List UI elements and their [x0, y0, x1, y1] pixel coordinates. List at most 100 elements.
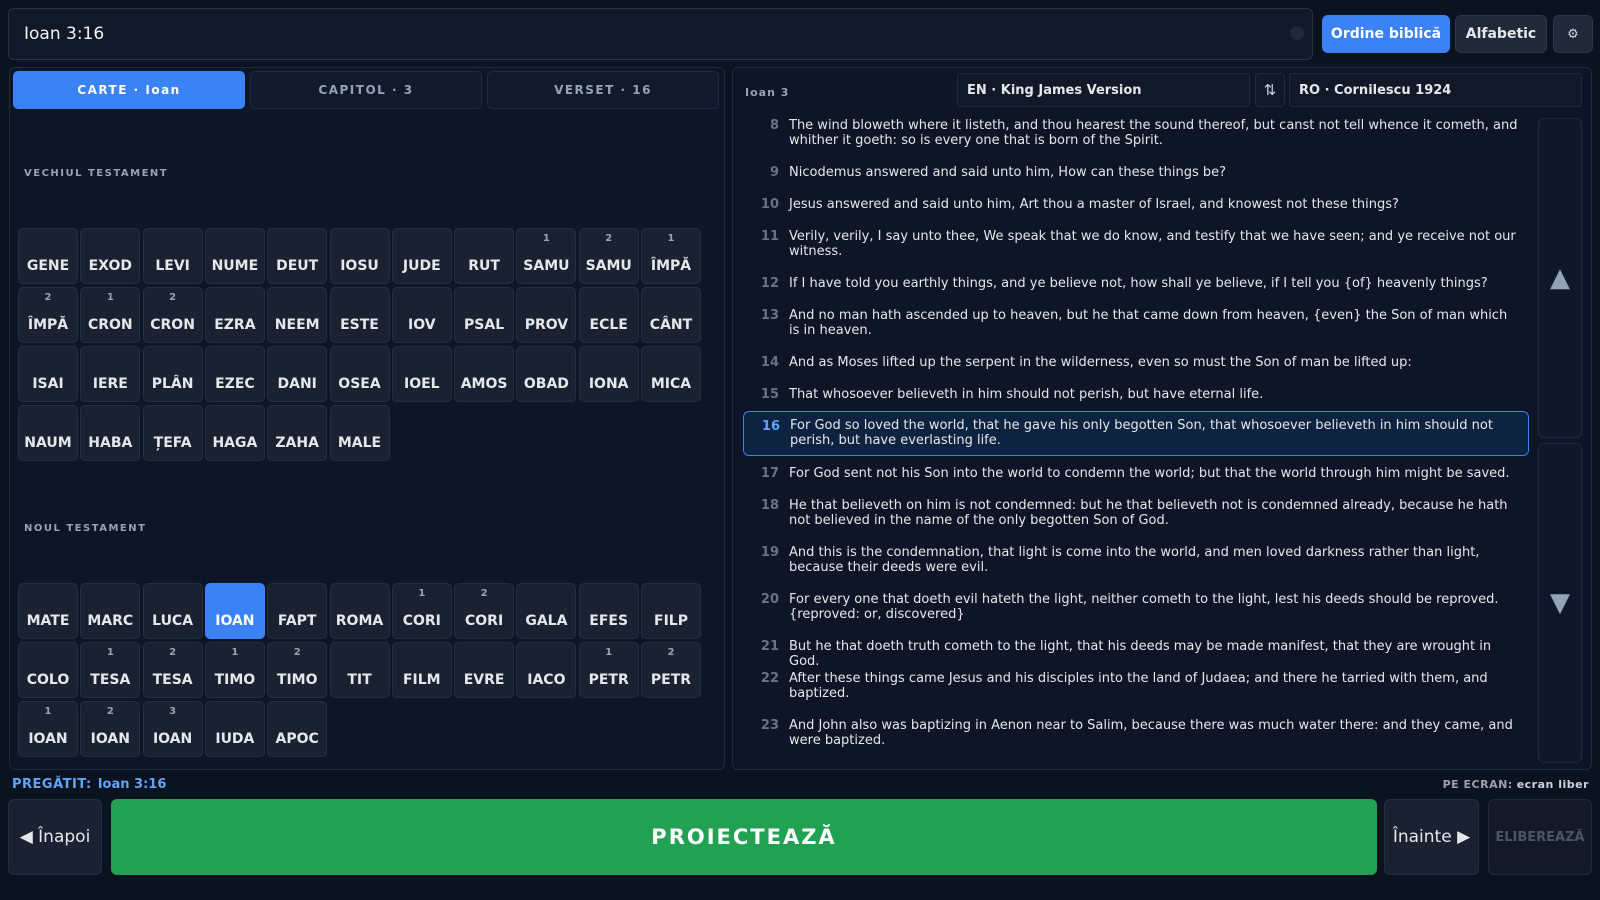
book-button[interactable]: 1 TESA — [80, 642, 141, 698]
verse-row[interactable]: 17 For God sent not his Son into the worl… — [743, 466, 1529, 481]
book-button[interactable]: IOSU — [329, 228, 390, 284]
verse-row[interactable]: 23 And John also was baptizing in Aenon n… — [743, 718, 1529, 748]
book-button[interactable]: 1 PETR — [578, 642, 639, 698]
book-button[interactable]: RUT — [454, 228, 515, 284]
book-button[interactable]: OSEA — [329, 346, 390, 402]
book-button[interactable]: NUME — [204, 228, 265, 284]
book-button[interactable]: HAGA — [204, 405, 265, 461]
settings-button[interactable]: ⚙ — [1553, 15, 1593, 53]
book-button[interactable]: COLO — [18, 642, 78, 698]
book-button[interactable]: MALE — [329, 405, 390, 461]
book-button[interactable]: GENE — [18, 228, 78, 284]
version-select-right[interactable]: RO · Cornilescu 1924 — [1289, 73, 1582, 107]
book-button[interactable]: 2 TESA — [142, 642, 203, 698]
scroll-down-button[interactable]: ▼ — [1538, 443, 1582, 763]
book-button[interactable]: ESTE — [329, 287, 390, 343]
search-input[interactable]: Ioan 3:16 — [8, 8, 1313, 60]
verse-row[interactable]: 21 But he that doeth truth cometh to the … — [743, 639, 1529, 669]
book-button[interactable]: 1 IOAN — [18, 701, 78, 757]
alphabetic-order-button[interactable]: Alfabetic — [1455, 15, 1547, 53]
book-label: FILM — [402, 672, 441, 688]
back-button[interactable]: ◀ Înapoi — [8, 799, 102, 875]
verse-row[interactable]: 10 Jesus answered and said unto him, Art … — [743, 197, 1529, 212]
book-button[interactable]: PLÂN — [142, 346, 203, 402]
book-button[interactable]: AMOS — [454, 346, 515, 402]
verse-row[interactable]: 15 That whosoever believeth in him should… — [743, 387, 1529, 402]
book-button[interactable]: EVRE — [454, 642, 515, 698]
book-button[interactable]: 3 IOAN — [142, 701, 203, 757]
book-button[interactable]: 2 PETR — [641, 642, 701, 698]
book-button[interactable]: 2 ÎMPĂ — [18, 287, 78, 343]
biblical-order-button[interactable]: Ordine biblică — [1322, 15, 1450, 53]
book-button[interactable]: LEVI — [142, 228, 203, 284]
book-button[interactable]: NEEM — [267, 287, 328, 343]
book-button[interactable]: ȚEFA — [142, 405, 203, 461]
tab-verse[interactable]: VERSET · 16 — [487, 71, 719, 109]
release-button[interactable]: ELIBEREAZĂ — [1488, 799, 1592, 875]
book-button[interactable]: IERE — [80, 346, 141, 402]
book-button[interactable]: 2 SAMU — [578, 228, 639, 284]
book-button[interactable]: IOEL — [391, 346, 452, 402]
book-button[interactable]: HABA — [80, 405, 141, 461]
book-button[interactable]: IOAN — [204, 583, 265, 639]
verse-row-selected[interactable]: 16 For God so loved the world, that he ga… — [743, 411, 1529, 456]
book-button[interactable]: OBAD — [516, 346, 577, 402]
book-button[interactable]: 1 CRON — [80, 287, 141, 343]
book-button[interactable]: 2 CRON — [142, 287, 203, 343]
book-button[interactable]: NAUM — [18, 405, 78, 461]
book-button[interactable]: EZRA — [204, 287, 265, 343]
book-button[interactable]: GALA — [516, 583, 577, 639]
book-button[interactable]: APOC — [267, 701, 328, 757]
book-button[interactable]: 2 IOAN — [80, 701, 141, 757]
next-button[interactable]: Înainte ▶ — [1384, 799, 1479, 875]
clear-icon[interactable] — [1290, 26, 1304, 40]
scroll-up-button[interactable]: ▲ — [1538, 118, 1582, 438]
book-button[interactable]: TIT — [329, 642, 390, 698]
tab-chapter[interactable]: CAPITOL · 3 — [250, 71, 482, 109]
book-button[interactable]: ROMA — [329, 583, 390, 639]
book-button[interactable]: EXOD — [80, 228, 141, 284]
book-button[interactable]: LUCA — [142, 583, 203, 639]
book-button[interactable]: 1 SAMU — [516, 228, 577, 284]
verse-row[interactable]: 9 Nicodemus answered and said unto him, H… — [743, 165, 1529, 180]
book-button[interactable]: FILM — [391, 642, 452, 698]
verse-row[interactable]: 20 For every one that doeth evil hateth t… — [743, 592, 1529, 622]
book-button[interactable]: DEUT — [267, 228, 328, 284]
book-button[interactable]: FILP — [641, 583, 701, 639]
book-button[interactable]: PSAL — [454, 287, 515, 343]
verse-row[interactable]: 19 And this is the condemnation, that lig… — [743, 545, 1529, 575]
verse-row[interactable]: 8 The wind bloweth where it listeth, and … — [743, 118, 1529, 148]
book-button[interactable]: IONA — [578, 346, 639, 402]
verse-row[interactable]: 14 And as Moses lifted up the serpent in … — [743, 355, 1529, 370]
book-button[interactable]: FAPT — [267, 583, 328, 639]
book-button[interactable]: MARC — [80, 583, 141, 639]
book-button[interactable]: MICA — [641, 346, 701, 402]
book-button[interactable]: IOV — [391, 287, 452, 343]
book-button[interactable]: DANI — [267, 346, 328, 402]
verse-row[interactable]: 22 After these things came Jesus and his … — [743, 671, 1529, 701]
book-button[interactable]: 1 CORI — [391, 583, 452, 639]
book-button[interactable]: EZEC — [204, 346, 265, 402]
tab-book[interactable]: CARTE · Ioan — [13, 71, 245, 109]
book-button[interactable]: EFES — [578, 583, 639, 639]
verse-row[interactable]: 11 Verily, verily, I say unto thee, We sp… — [743, 229, 1529, 259]
book-button[interactable]: 2 TIMO — [267, 642, 328, 698]
book-button[interactable]: ECLE — [578, 287, 639, 343]
book-button[interactable]: CÂNT — [641, 287, 701, 343]
book-button[interactable]: ISAI — [18, 346, 78, 402]
verse-row[interactable]: 12 If I have told you earthly things, and… — [743, 276, 1529, 291]
book-button[interactable]: MATE — [18, 583, 78, 639]
book-button[interactable]: 1 ÎMPĂ — [641, 228, 701, 284]
book-button[interactable]: 1 TIMO — [204, 642, 265, 698]
book-button[interactable]: IACO — [516, 642, 577, 698]
verse-row[interactable]: 18 He that believeth on him is not condem… — [743, 498, 1529, 528]
book-button[interactable]: IUDA — [204, 701, 265, 757]
verse-row[interactable]: 13 And no man hath ascended up to heaven,… — [743, 308, 1529, 338]
book-button[interactable]: ZAHA — [267, 405, 328, 461]
book-button[interactable]: PROV — [516, 287, 577, 343]
project-button[interactable]: PROIECTEAZĂ — [111, 799, 1377, 875]
book-button[interactable]: JUDE — [391, 228, 452, 284]
version-select-left[interactable]: EN · King James Version — [957, 73, 1250, 107]
swap-versions-button[interactable]: ⇅ — [1255, 73, 1285, 107]
book-button[interactable]: 2 CORI — [454, 583, 515, 639]
